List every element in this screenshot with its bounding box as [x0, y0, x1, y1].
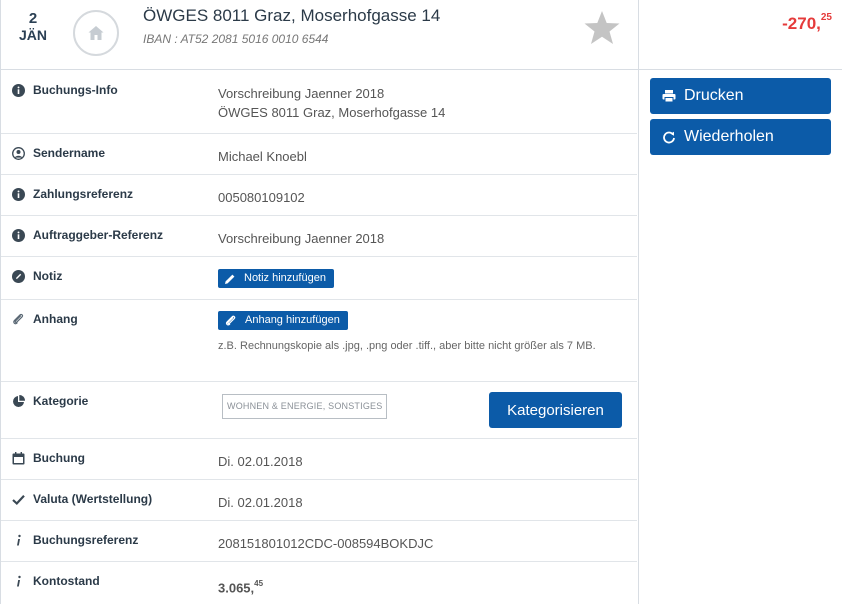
transaction-header: 2 JÄN ÖWGES 8011 Graz, Moserhofgasse 14 …	[0, 0, 842, 70]
row-sendername: Sendername Michael Knoebl	[1, 134, 637, 175]
repeat-button[interactable]: Wiederholen	[650, 119, 831, 155]
info-icon	[11, 228, 25, 242]
value-kontostand: 3.065,45	[218, 575, 263, 597]
house-icon	[88, 26, 104, 40]
transaction-date: 2 JÄN	[14, 10, 52, 44]
paperclip-icon	[11, 312, 25, 326]
label-buchungsreferenz: Buchungsreferenz	[33, 533, 139, 547]
category-avatar	[73, 10, 119, 56]
value-kategorie: WOHNEN & ENERGIE, SONSTIGES	[222, 394, 388, 419]
row-label: Buchungs-Info	[11, 83, 118, 97]
date-day: 2	[28, 10, 38, 27]
row-auftraggeber-referenz: Auftraggeber-Referenz Vorschreibung Jaen…	[1, 216, 637, 257]
row-buchungsinfo: Buchungs-Info Vorschreibung Jaenner 2018…	[1, 71, 637, 134]
print-label: Drucken	[684, 87, 744, 104]
add-note-button[interactable]: Notiz hinzufügen	[218, 269, 334, 288]
value-anhang: Anhang hinzufügen z.B. Rechnungskopie al…	[218, 311, 608, 356]
row-label: Valuta (Wertstellung)	[11, 492, 152, 506]
star-icon[interactable]	[582, 8, 622, 48]
add-note-label: Notiz hinzufügen	[244, 272, 326, 284]
paperclip-icon	[225, 315, 236, 326]
amount-main: -270,	[782, 14, 821, 33]
row-valuta: Valuta (Wertstellung) Di. 02.01.2018	[1, 480, 637, 521]
print-button[interactable]: Drucken	[650, 78, 831, 114]
value-notiz: Notiz hinzufügen	[218, 269, 334, 290]
row-label: Auftraggeber-Referenz	[11, 228, 163, 242]
value-buchungsinfo: Vorschreibung Jaenner 2018 ÖWGES 8011 Gr…	[218, 84, 445, 122]
row-label: Anhang	[11, 312, 78, 326]
value-valuta: Di. 02.01.2018	[218, 495, 303, 510]
pie-chart-icon	[11, 394, 25, 408]
buchungsinfo-line2: ÖWGES 8011 Graz, Moserhofgasse 14	[218, 105, 446, 120]
info-icon	[11, 83, 25, 97]
row-anhang: Anhang Anhang hinzufügen z.B. Rechnungsk…	[1, 300, 637, 382]
repeat-label: Wiederholen	[684, 128, 774, 145]
row-buchung: Buchung Di. 02.01.2018	[1, 439, 637, 480]
value-buchung: Di. 02.01.2018	[218, 454, 303, 469]
label-buchung: Buchung	[33, 451, 85, 465]
value-buchungsreferenz: 208151801012CDC-008594BOKDJC	[218, 536, 434, 551]
balance-cents: 45	[254, 579, 264, 588]
label-valuta: Valuta (Wertstellung)	[33, 492, 153, 506]
check-icon	[11, 492, 25, 506]
row-notiz: Notiz Notiz hinzufügen	[1, 257, 637, 300]
label-zahlungsreferenz: Zahlungsreferenz	[33, 187, 134, 201]
row-kategorie: Kategorie WOHNEN & ENERGIE, SONSTIGES Ka…	[1, 382, 637, 439]
balance-main: 3.065,	[218, 580, 255, 596]
info-i-icon	[11, 574, 25, 588]
info-icon	[11, 187, 25, 201]
row-label: Buchungsreferenz	[11, 533, 138, 547]
add-attachment-label: Anhang hinzufügen	[245, 314, 340, 326]
row-label: Buchung	[11, 451, 85, 465]
label-buchungsinfo: Buchungs-Info	[33, 83, 118, 97]
row-label: Notiz	[11, 269, 62, 283]
date-month: JÄN	[18, 27, 47, 43]
amount-cents: 25	[820, 12, 832, 24]
value-auftraggeber: Vorschreibung Jaenner 2018	[218, 231, 385, 246]
pencil-circle-icon	[11, 269, 25, 283]
pencil-icon	[225, 274, 235, 284]
transaction-iban: IBAN : AT52 2081 5016 0010 6544	[143, 32, 329, 46]
add-attachment-button[interactable]: Anhang hinzufügen	[218, 311, 348, 330]
label-sendername: Sendername	[33, 146, 106, 160]
row-label: Kategorie	[11, 394, 88, 408]
label-notiz: Notiz	[33, 269, 63, 283]
row-label: Sendername	[11, 146, 105, 160]
row-label: Kontostand	[11, 574, 100, 588]
transaction-title: ÖWGES 8011 Graz, Moserhofgasse 14	[143, 6, 441, 25]
buchungsinfo-line1: Vorschreibung Jaenner 2018	[218, 86, 385, 101]
row-label: Zahlungsreferenz	[11, 187, 133, 201]
label-kontostand: Kontostand	[33, 574, 100, 588]
category-tag: WOHNEN & ENERGIE, SONSTIGES	[222, 394, 388, 419]
detail-table: Buchungs-Info Vorschreibung Jaenner 2018…	[1, 71, 637, 602]
transaction-amount: -270,25	[782, 12, 832, 34]
printer-icon	[662, 90, 676, 103]
categorize-button[interactable]: Kategorisieren	[489, 392, 622, 428]
row-zahlungsreferenz: Zahlungsreferenz 005080109102	[1, 175, 637, 216]
user-icon	[11, 146, 25, 160]
transaction-detail: 2 JÄN ÖWGES 8011 Graz, Moserhofgasse 14 …	[0, 0, 842, 604]
info-i-icon	[11, 533, 25, 547]
row-buchungsreferenz: Buchungsreferenz 208151801012CDC-008594B…	[1, 521, 637, 562]
value-sendername: Michael Knoebl	[218, 149, 307, 164]
label-auftraggeber: Auftraggeber-Referenz	[33, 228, 164, 242]
label-anhang: Anhang	[33, 312, 78, 326]
repeat-icon	[663, 131, 675, 144]
column-divider	[638, 0, 639, 604]
value-zahlungsreferenz: 005080109102	[218, 190, 305, 205]
label-kategorie: Kategorie	[33, 394, 89, 408]
calendar-icon	[11, 451, 25, 465]
attachment-hint: z.B. Rechnungskopie als .jpg, .png oder …	[218, 340, 596, 352]
row-kontostand: Kontostand 3.065,45	[1, 562, 637, 602]
